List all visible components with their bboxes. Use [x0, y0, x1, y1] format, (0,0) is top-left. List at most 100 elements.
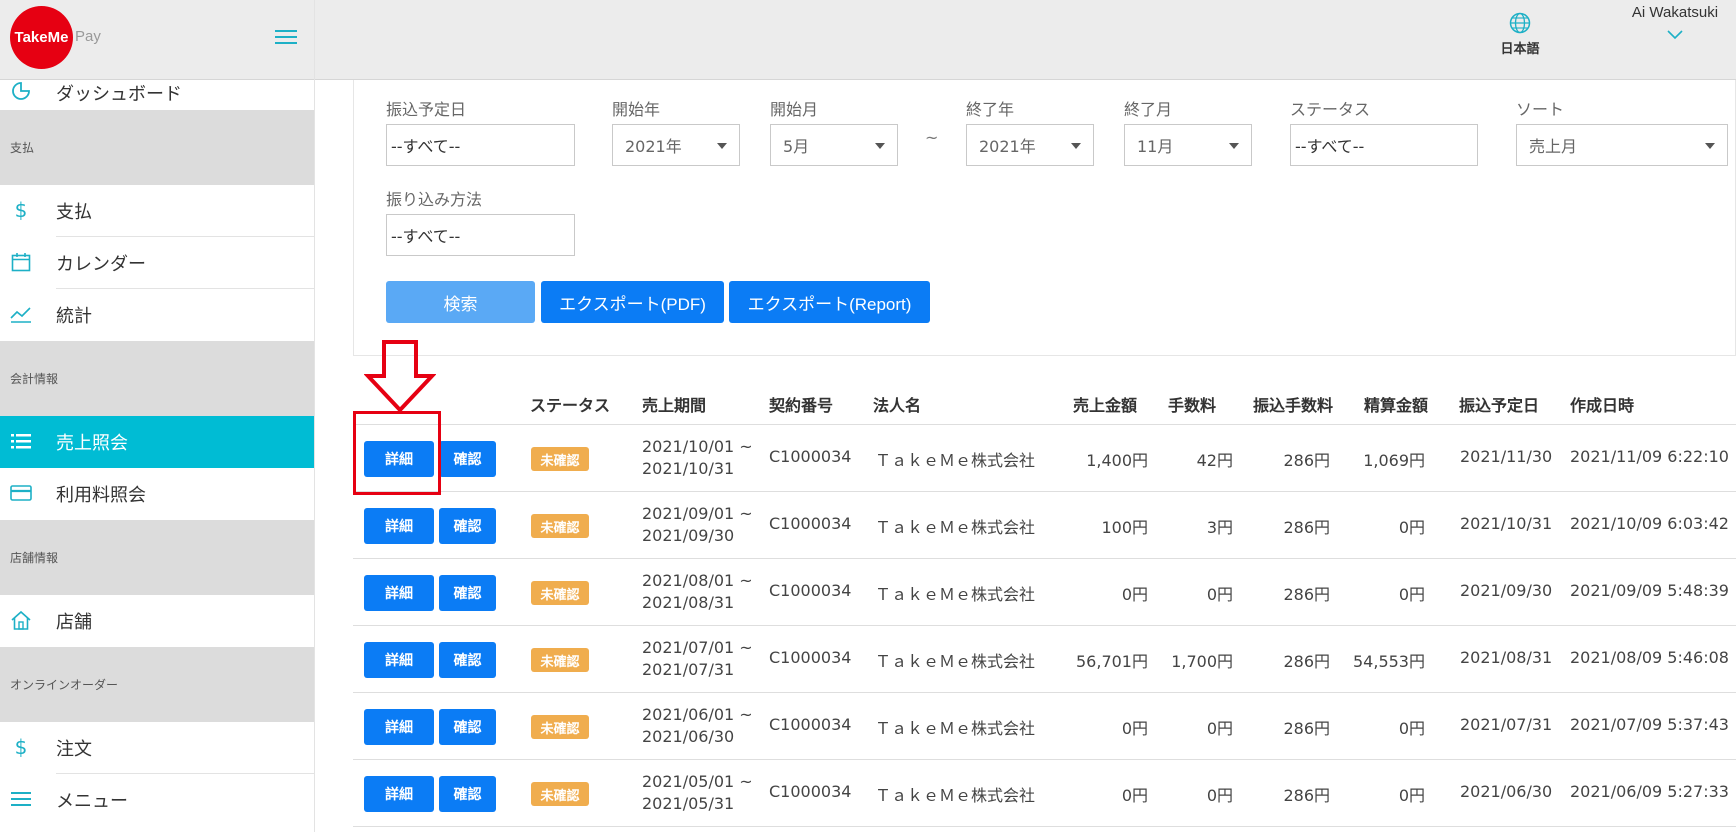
confirm-button[interactable]: 確認 — [439, 508, 496, 544]
fee-cell: 1,700円 — [1171, 652, 1233, 671]
created-cell: 2021/09/09 5:48:39 — [1570, 581, 1729, 600]
transfer-date-cell: 2021/07/31 — [1460, 715, 1553, 734]
sidebar-item-calendar[interactable]: カレンダー — [0, 237, 314, 289]
sidebar-item-label: ダッシュボード — [56, 83, 182, 105]
start-month-select[interactable]: 5月 — [770, 124, 898, 166]
detail-button[interactable]: 詳細 — [364, 508, 434, 544]
field-label: 開始年 — [612, 100, 661, 119]
pie-chart-icon — [10, 80, 32, 102]
caret-down-icon — [875, 143, 885, 149]
sidebar-item-dashboard[interactable]: ダッシュボード — [0, 75, 314, 110]
confirm-button[interactable]: 確認 — [439, 776, 496, 812]
filter-end-year: 終了年 2021年 — [966, 96, 1094, 166]
confirm-button[interactable]: 確認 — [439, 575, 496, 611]
section-title: 会計情報 — [10, 372, 59, 386]
transfer-date-input[interactable]: --すべて-- — [386, 124, 575, 166]
user-menu[interactable]: Ai Wakatsuki — [1615, 4, 1735, 40]
list-icon — [10, 430, 32, 452]
confirm-button[interactable]: 確認 — [439, 709, 496, 745]
field-value: 2021年 — [979, 137, 1036, 156]
sales-cell: 1,400円 — [1086, 451, 1148, 470]
transfer-fee-cell: 286円 — [1283, 518, 1330, 537]
period-cell: 2021/07/01 ~ 2021/07/31 — [642, 637, 753, 681]
contract-cell: C1000034 — [769, 648, 852, 667]
settlement-cell: 0円 — [1398, 585, 1425, 604]
col-period: 売上期間 — [642, 396, 707, 415]
globe-icon — [1509, 12, 1531, 34]
confirm-button[interactable]: 確認 — [439, 441, 496, 477]
transfer-method-input[interactable]: --すべて-- — [386, 214, 575, 256]
period-cell: 2021/05/01 ~ 2021/05/31 — [642, 771, 753, 815]
contract-cell: C1000034 — [769, 782, 852, 801]
end-year-select[interactable]: 2021年 — [966, 124, 1094, 166]
sidebar-item-order[interactable]: $ 注文 — [0, 722, 314, 774]
sidebar-item-store[interactable]: 店舗 — [0, 595, 314, 647]
transfer-date-cell: 2021/09/30 — [1460, 581, 1553, 600]
company-cell: ＴａｋｅＭｅ株式会社 — [875, 652, 1036, 671]
status-badge: 未確認 — [531, 447, 589, 471]
sidebar-section-payment: 支払 — [0, 110, 314, 185]
field-label: ステータス — [1290, 100, 1371, 119]
sort-select[interactable]: 売上月 — [1516, 124, 1728, 166]
filter-transfer-date: 振込予定日 --すべて-- — [386, 96, 575, 166]
export-pdf-button[interactable]: エクスポート(PDF) — [541, 281, 724, 323]
field-value: 売上月 — [1529, 137, 1578, 156]
period-end: 2021/05/31 — [642, 794, 735, 813]
logo-pay-text: Pay — [75, 28, 101, 45]
transfer-fee-cell: 286円 — [1283, 652, 1330, 671]
field-value: --すべて-- — [1295, 137, 1365, 156]
col-status: ステータス — [530, 396, 611, 415]
fee-cell: 0円 — [1206, 719, 1233, 738]
sales-cell: 0円 — [1121, 585, 1148, 604]
company-cell: ＴａｋｅＭｅ株式会社 — [875, 518, 1036, 537]
table-row: 詳細 確認 未確認 2021/10/01 ~ 2021/10/31 C10000… — [353, 425, 1736, 492]
sidebar-item-usage-fee[interactable]: 利用料照会 — [0, 468, 314, 520]
sidebar-item-sales-inquiry[interactable]: 売上照会 — [0, 416, 314, 468]
field-label: 振込予定日 — [386, 100, 467, 119]
end-month-select[interactable]: 11月 — [1124, 124, 1252, 166]
detail-button[interactable]: 詳細 — [364, 575, 434, 611]
period-cell: 2021/08/01 ~ 2021/08/31 — [642, 570, 753, 614]
period-start: 2021/06/01 ~ — [642, 705, 753, 724]
status-badge: 未確認 — [531, 782, 589, 806]
language-switcher[interactable]: 日本語 — [1482, 12, 1558, 57]
search-button[interactable]: 検索 — [386, 281, 535, 323]
sales-cell: 0円 — [1121, 719, 1148, 738]
status-badge: 未確認 — [531, 648, 589, 672]
detail-button[interactable]: 詳細 — [364, 642, 434, 678]
table-row: 詳細 確認 未確認 2021/09/01 ~ 2021/09/30 C10000… — [353, 492, 1736, 559]
col-transfer-fee: 振込手数料 — [1253, 396, 1334, 415]
period-start: 2021/07/01 ~ — [642, 638, 753, 657]
period-cell: 2021/09/01 ~ 2021/09/30 — [642, 503, 753, 547]
dollar-icon: $ — [14, 735, 28, 759]
table-header: ステータス 売上期間 契約番号 法人名 売上金額 手数料 振込手数料 精算金額 … — [353, 380, 1736, 425]
annotation-arrow-icon — [364, 340, 436, 412]
top-header: 日本語 Ai Wakatsuki — [315, 0, 1736, 80]
sidebar-item-menu[interactable]: メニュー — [0, 774, 314, 826]
sales-cell: 56,701円 — [1076, 652, 1148, 671]
chart-line-icon — [10, 303, 32, 325]
detail-button[interactable]: 詳細 — [364, 709, 434, 745]
status-badge: 未確認 — [531, 715, 589, 739]
detail-button[interactable]: 詳細 — [364, 776, 434, 812]
status-input[interactable]: --すべて-- — [1290, 124, 1478, 166]
sidebar-item-statistics[interactable]: 統計 — [0, 289, 314, 341]
created-cell: 2021/08/09 5:46:08 — [1570, 648, 1729, 667]
sidebar-item-payment[interactable]: $ 支払 — [0, 185, 314, 237]
period-start: 2021/09/01 ~ — [642, 504, 753, 523]
confirm-button[interactable]: 確認 — [439, 642, 496, 678]
transfer-date-cell: 2021/11/30 — [1460, 447, 1553, 466]
fee-cell: 42円 — [1196, 451, 1233, 470]
chevron-down-icon — [1667, 25, 1683, 40]
table-row: 詳細 確認 未確認 2021/06/01 ~ 2021/06/30 C10000… — [353, 693, 1736, 760]
field-label: 開始月 — [770, 100, 819, 119]
filter-start-year: 開始年 2021年 — [612, 96, 740, 166]
start-year-select[interactable]: 2021年 — [612, 124, 740, 166]
settlement-cell: 0円 — [1398, 719, 1425, 738]
field-label: ソート — [1516, 100, 1565, 119]
home-icon — [10, 609, 32, 631]
takeme-logo[interactable]: TakeMe — [10, 6, 73, 69]
export-report-button[interactable]: エクスポート(Report) — [729, 281, 930, 323]
sidebar-item-label: 支払 — [56, 202, 92, 223]
hamburger-menu-icon[interactable] — [275, 30, 297, 46]
